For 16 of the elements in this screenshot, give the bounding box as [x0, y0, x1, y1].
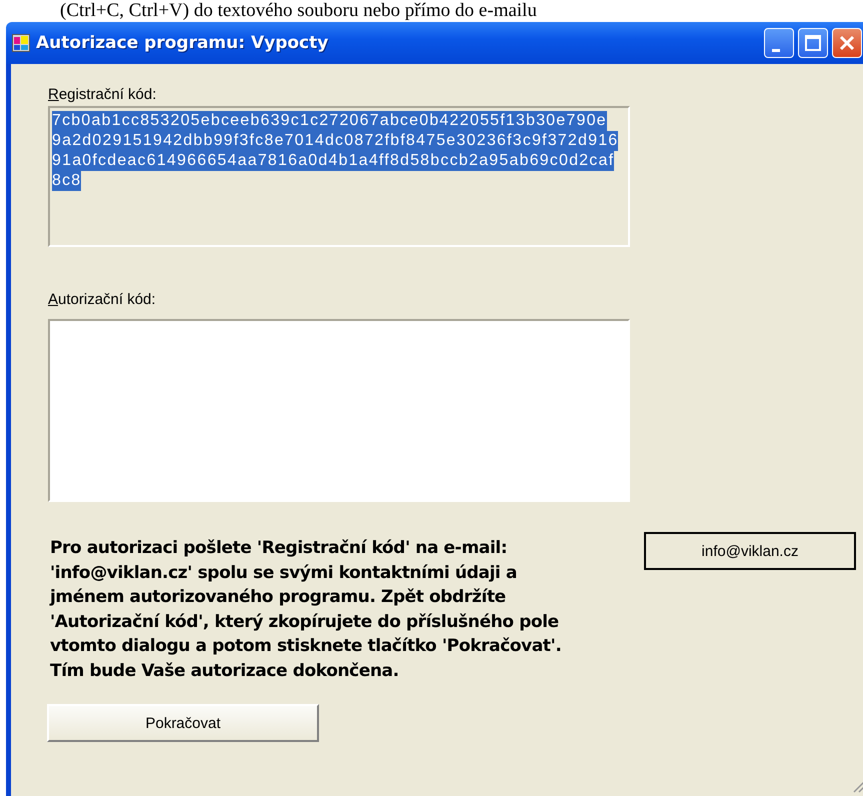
authorization-code-field[interactable] [48, 319, 630, 502]
close-icon [838, 34, 856, 52]
continue-button[interactable]: Pokračovat [47, 704, 319, 742]
maximize-icon [804, 34, 822, 52]
registration-code-field[interactable]: 7cb0ab1cc853205ebceeb639c1c272067abce0b422055f13b30e790e 9a2d029151942dbb99f3fc8e7014dc0872fbf8475e30236f3c9f372d916 91a0fcdeac614966654aa7816a0d4b1a4ff8d58bccb2a95ab69c0d2caf 8c8 [48, 106, 630, 247]
maximize-button[interactable] [798, 28, 828, 58]
app-icon [12, 34, 30, 52]
minimize-button[interactable] [764, 28, 794, 58]
document-text: (Ctrl+C, Ctrl+V) do textového souboru nebo přímo do e-mailu [59, 0, 538, 22]
minimize-icon [772, 48, 780, 52]
instructions-text: Pro autorizaci pošlete 'Registrační kód' na e-mail: 'info@viklan.cz' spolu se svými kontaktními údaji a jménem autorizovaného programu. Zpět obdržíte 'Autorizační kód', který zkopírujete do příslušného pole vtomto dialogu a potom stisknete tlačítko 'Pokračovat'. Tím bude Vaše autorizace dokončena. [50, 537, 562, 682]
email-button[interactable]: info@viklan.cz [644, 532, 856, 570]
window-title: Autorizace programu: Vypocty [36, 33, 328, 53]
close-button[interactable] [832, 28, 862, 58]
field-label: Registrační kód: [48, 86, 158, 105]
field-label: Autorizační kód: [48, 291, 157, 310]
